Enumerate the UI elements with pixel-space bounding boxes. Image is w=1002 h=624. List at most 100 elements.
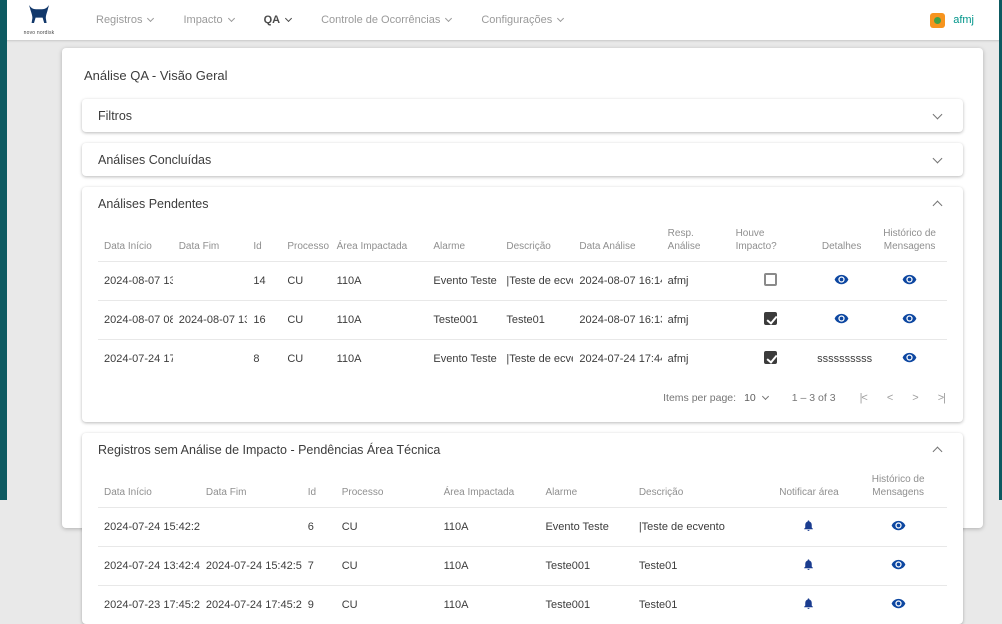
cell-data-analise: 2024-08-07 16:13:48 xyxy=(573,301,661,340)
left-edge-strip xyxy=(0,0,7,500)
username-label[interactable]: afmj xyxy=(953,14,974,26)
table-row: 2024-08-07 08:56:13 2024-08-07 13:56:18 … xyxy=(98,301,947,340)
menu-item-qa[interactable]: QA xyxy=(264,14,292,26)
cell-descricao: |Teste de ecvento xyxy=(500,262,573,301)
notificar-area-bell-button[interactable] xyxy=(802,519,815,532)
cell-resp: afmj xyxy=(662,262,730,301)
cell-descricao: |Teste de ecvento xyxy=(500,340,573,379)
registros-sem-analise-table: Data Início Data Fim Id Processo Área Im… xyxy=(98,466,947,624)
panel-analises-concluidas: Análises Concluídas xyxy=(82,143,963,176)
detalhes-eye-button[interactable] xyxy=(834,311,849,326)
houve-impacto-checkbox[interactable] xyxy=(764,312,777,325)
cell-id: 9 xyxy=(302,586,336,624)
historico-eye-button[interactable] xyxy=(902,350,917,365)
chevron-down-icon xyxy=(762,393,769,400)
historico-eye-button[interactable] xyxy=(902,311,917,326)
historico-eye-button[interactable] xyxy=(891,518,906,533)
menu-item-impacto[interactable]: Impacto xyxy=(183,14,233,26)
cell-area: 110A xyxy=(331,301,428,340)
items-per-page-label: Items per page: xyxy=(663,392,736,404)
panel-analises-pendentes-label: Análises Pendentes xyxy=(98,197,209,211)
page-range-label: 1 – 3 of 3 xyxy=(792,392,836,404)
panel-analises-pendentes: Análises Pendentes Data Início Data Fim … xyxy=(82,187,963,422)
last-page-icon[interactable]: >| xyxy=(938,392,945,404)
menu-item-label: QA xyxy=(264,14,281,26)
table-row: 2024-08-07 13:55:15 14 CU 110A Evento Te… xyxy=(98,262,947,301)
cell-descricao: Teste01 xyxy=(633,547,769,586)
chevron-down-icon xyxy=(933,109,943,119)
chevron-up-icon xyxy=(933,201,943,211)
cell-processo: CU xyxy=(336,586,438,624)
panel-analises-concluidas-label: Análises Concluídas xyxy=(98,153,211,167)
col-data-inicio: Data Início xyxy=(98,466,200,508)
cell-area: 110A xyxy=(438,586,540,624)
col-area-impactada: Área Impactada xyxy=(331,220,428,262)
cell-resp: afmj xyxy=(662,340,730,379)
col-resp-analise: Resp. Análise xyxy=(662,220,730,262)
cell-data-inicio: 2024-07-24 15:42:23 xyxy=(98,508,200,547)
panel-filtros-header[interactable]: Filtros xyxy=(82,99,963,132)
cell-alarme: Evento Teste xyxy=(427,262,500,301)
menu-item-label: Configurações xyxy=(481,14,552,26)
user-avatar-icon[interactable] xyxy=(930,13,945,28)
panel-filtros-label: Filtros xyxy=(98,109,132,123)
col-detalhes: Detalhes xyxy=(811,220,872,262)
col-data-analise: Data Análise xyxy=(573,220,661,262)
cell-id: 16 xyxy=(247,301,281,340)
cell-data-inicio: 2024-07-24 13:42:48 xyxy=(98,547,200,586)
houve-impacto-checkbox[interactable] xyxy=(764,351,777,364)
cell-id: 8 xyxy=(247,340,281,379)
cell-data-inicio: 2024-07-23 17:45:23 xyxy=(98,586,200,624)
prev-page-icon[interactable]: < xyxy=(887,392,892,404)
detalhes-eye-button[interactable] xyxy=(834,272,849,287)
chevron-down-icon xyxy=(933,153,943,163)
cell-data-inicio: 2024-07-24 17:43:26 xyxy=(98,340,173,379)
cell-area: 110A xyxy=(438,547,540,586)
cell-processo: CU xyxy=(336,547,438,586)
historico-eye-button[interactable] xyxy=(891,557,906,572)
bell-icon xyxy=(802,558,815,571)
chevron-down-icon xyxy=(147,15,154,22)
col-alarme: Alarme xyxy=(427,220,500,262)
logo-brand-text: novo nordisk xyxy=(24,30,55,36)
col-data-fim: Data Fim xyxy=(200,466,302,508)
cell-data-fim: 2024-07-24 15:42:54 xyxy=(200,547,302,586)
cell-data-fim: 2024-07-24 17:45:27 xyxy=(200,586,302,624)
cell-data-fim xyxy=(173,340,248,379)
cell-processo: CU xyxy=(281,340,330,379)
items-per-page-select[interactable]: 10 xyxy=(744,392,768,404)
historico-eye-button[interactable] xyxy=(902,272,917,287)
houve-impacto-checkbox[interactable] xyxy=(764,273,777,286)
panel-registros-sem-analise-label: Registros sem Análise de Impacto - Pendê… xyxy=(98,443,440,457)
bell-icon xyxy=(802,597,815,610)
notificar-area-bell-button[interactable] xyxy=(802,558,815,571)
table-header-row: Data Início Data Fim Id Processo Área Im… xyxy=(98,220,947,262)
first-page-icon[interactable]: |< xyxy=(860,392,867,404)
menu-item-registros[interactable]: Registros xyxy=(96,14,153,26)
col-data-inicio: Data Início xyxy=(98,220,173,262)
menu-item-configuracoes[interactable]: Configurações xyxy=(481,14,563,26)
cell-resp: afmj xyxy=(662,301,730,340)
chevron-down-icon xyxy=(557,15,564,22)
cell-descricao: |Teste de ecvento xyxy=(633,508,769,547)
chevron-down-icon xyxy=(445,15,452,22)
col-id: Id xyxy=(302,466,336,508)
analises-pendentes-table: Data Início Data Fim Id Processo Área Im… xyxy=(98,220,947,378)
pager-nav: |< < > >| xyxy=(860,392,945,404)
eye-icon xyxy=(891,596,906,611)
panel-analises-concluidas-header[interactable]: Análises Concluídas xyxy=(82,143,963,176)
col-historico: Histórico de Mensagens xyxy=(849,466,947,508)
bell-icon xyxy=(802,519,815,532)
panel-analises-pendentes-header[interactable]: Análises Pendentes xyxy=(82,187,963,220)
next-page-icon[interactable]: > xyxy=(912,392,917,404)
cell-id: 6 xyxy=(302,508,336,547)
cell-area: 110A xyxy=(438,508,540,547)
eye-icon xyxy=(891,518,906,533)
col-historico: Histórico de Mensagens xyxy=(872,220,947,262)
historico-eye-button[interactable] xyxy=(891,596,906,611)
cell-data-fim xyxy=(200,508,302,547)
col-id: Id xyxy=(247,220,281,262)
menu-item-controle-de-ocorrencias[interactable]: Controle de Ocorrências xyxy=(321,14,451,26)
notificar-area-bell-button[interactable] xyxy=(802,597,815,610)
panel-registros-sem-analise-header[interactable]: Registros sem Análise de Impacto - Pendê… xyxy=(82,433,963,466)
